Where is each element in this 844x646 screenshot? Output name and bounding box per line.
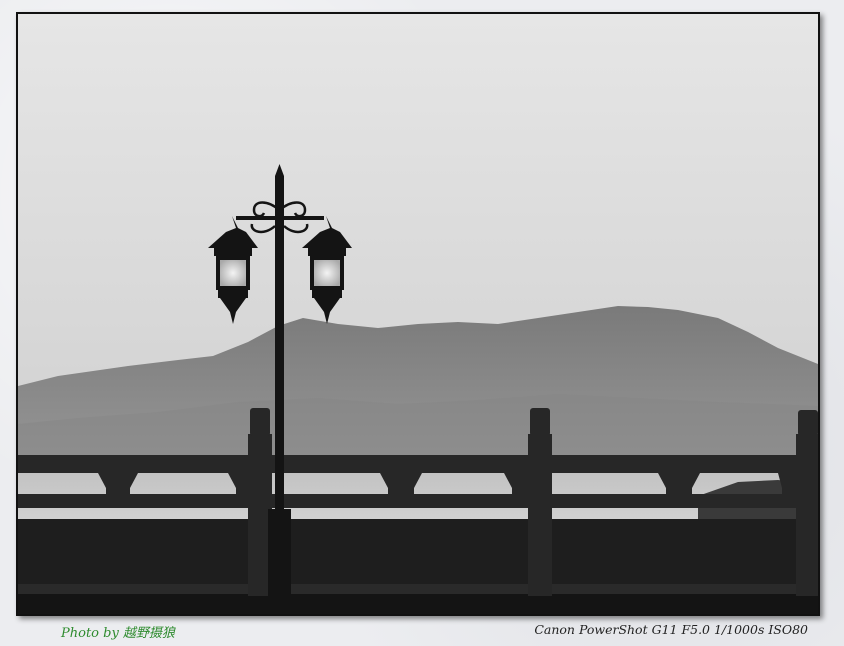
exif-info: Canon PowerShot G11 F5.0 1/1000s ISO80 <box>534 622 808 637</box>
photo-credit: Photo by 越野摄狼 <box>61 626 175 641</box>
photo-frame <box>16 12 820 616</box>
photograph <box>18 14 818 614</box>
